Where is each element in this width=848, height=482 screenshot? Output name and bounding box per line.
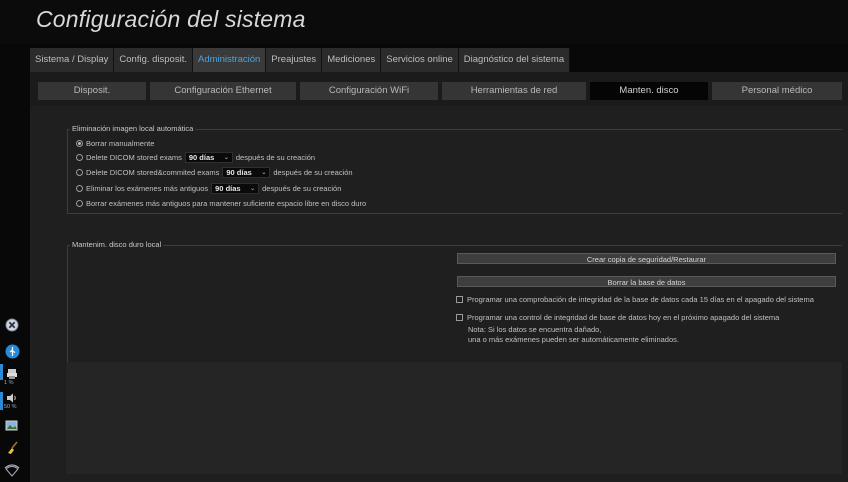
title-bar: Configuración del sistema (0, 0, 848, 44)
option-dicom-commited[interactable]: Delete DICOM stored&commited exams 90 dí… (76, 166, 353, 178)
radio-free-space[interactable] (76, 199, 83, 207)
subtab-herramientas-red[interactable]: Herramientas de red (442, 82, 586, 100)
option-commited-label: Delete DICOM stored&commited exams (86, 167, 220, 177)
tab-preajustes[interactable]: Preajustes (266, 48, 323, 72)
dicom-days-value: 90 días (188, 152, 215, 162)
oldest-days-value: 90 días (215, 183, 241, 193)
tab-sistema-display[interactable]: Sistema / Display (30, 48, 115, 72)
close-icon[interactable] (4, 317, 20, 333)
volume-level-bar (0, 392, 3, 410)
chevron-down-icon: ⌄ (223, 154, 229, 161)
commited-days-select[interactable]: 90 días ⌄ (222, 166, 271, 178)
left-sidebar: 1 % 50 % (0, 300, 22, 482)
erase-database-button[interactable]: Borrar la base de datos (457, 276, 836, 287)
main-tabs: Sistema / Display Config. disposit. Admi… (30, 48, 571, 72)
option-manual[interactable]: Borrar manualmente (76, 137, 154, 149)
option-oldest-label: Eliminar los exámenes más antiguos (86, 183, 209, 193)
page-title: Configuración del sistema (36, 6, 306, 32)
option-dicom-label: Delete DICOM stored exams (86, 152, 182, 162)
subtab-ethernet[interactable]: Configuración Ethernet (150, 82, 296, 100)
broom-icon[interactable] (4, 440, 20, 456)
volume-level-label: 50 % (4, 404, 17, 410)
image-export-icon[interactable] (4, 418, 20, 434)
lower-empty-pane (66, 362, 842, 474)
auto-delete-legend: Eliminación imagen local automática (70, 124, 196, 133)
tab-diagnostico[interactable]: Diagnóstico del sistema (458, 48, 571, 72)
radio-manual[interactable] (76, 139, 83, 147)
printer-level-bar (0, 364, 3, 380)
check-schedule-label: Programar una comprobación de integridad… (467, 294, 814, 304)
radio-dicom-stored[interactable] (76, 153, 83, 161)
commited-days-value: 90 días (226, 167, 252, 177)
check-schedule-checkbox[interactable] (456, 295, 463, 303)
subtab-disposit[interactable]: Disposit. (38, 82, 146, 100)
option-free-space-label: Borrar exámenes más antiguos para manten… (86, 198, 367, 208)
disk-maint-legend: Mantenim. disco duro local (70, 240, 164, 249)
note-line-1: Nota: Si los datos se encuentra dañado, (468, 325, 602, 334)
check-next-option[interactable]: Programar una control de integridad de b… (456, 311, 779, 323)
printer-level-label: 1 % (4, 380, 14, 386)
subtab-manten-disco[interactable]: Manten. disco (590, 82, 708, 100)
chevron-down-icon: ⌄ (261, 169, 267, 176)
option-oldest[interactable]: Eliminar los exámenes más antiguos 90 dí… (76, 182, 341, 194)
option-dicom-stored[interactable]: Delete DICOM stored exams 90 días ⌄ desp… (76, 151, 315, 163)
tab-administracion[interactable]: Administración (192, 48, 267, 72)
check-next-label: Programar una control de integridad de b… (467, 312, 780, 322)
backup-restore-button[interactable]: Crear copia de seguridad/Restaurar (457, 253, 836, 264)
check-next-checkbox[interactable] (456, 313, 463, 321)
chevron-down-icon: ⌄ (250, 185, 256, 192)
subtab-wifi[interactable]: Configuración WiFi (300, 82, 438, 100)
option-commited-suffix: después de su creación (273, 167, 353, 177)
option-free-space[interactable]: Borrar exámenes más antiguos para manten… (76, 197, 366, 209)
option-oldest-suffix: después de su creación (262, 183, 342, 193)
dicom-days-select[interactable]: 90 días ⌄ (184, 151, 233, 163)
radio-oldest[interactable] (76, 184, 83, 192)
tab-config-disposit[interactable]: Config. disposit. (114, 48, 193, 72)
check-schedule-option[interactable]: Programar una comprobación de integridad… (456, 293, 814, 305)
oldest-days-select[interactable]: 90 días ⌄ (211, 182, 260, 194)
tab-mediciones[interactable]: Mediciones (322, 48, 382, 72)
option-dicom-suffix: después de su creación (235, 152, 316, 162)
usb-icon[interactable] (4, 343, 20, 359)
subtab-personal-medico[interactable]: Personal médico (712, 82, 842, 100)
wifi-icon[interactable] (4, 462, 20, 478)
note-line-2: una o más exámenes pueden ser automática… (468, 335, 679, 344)
option-manual-label: Borrar manualmente (86, 138, 155, 148)
tab-servicios-online[interactable]: Servicios online (381, 48, 459, 72)
radio-dicom-commited[interactable] (76, 168, 83, 176)
